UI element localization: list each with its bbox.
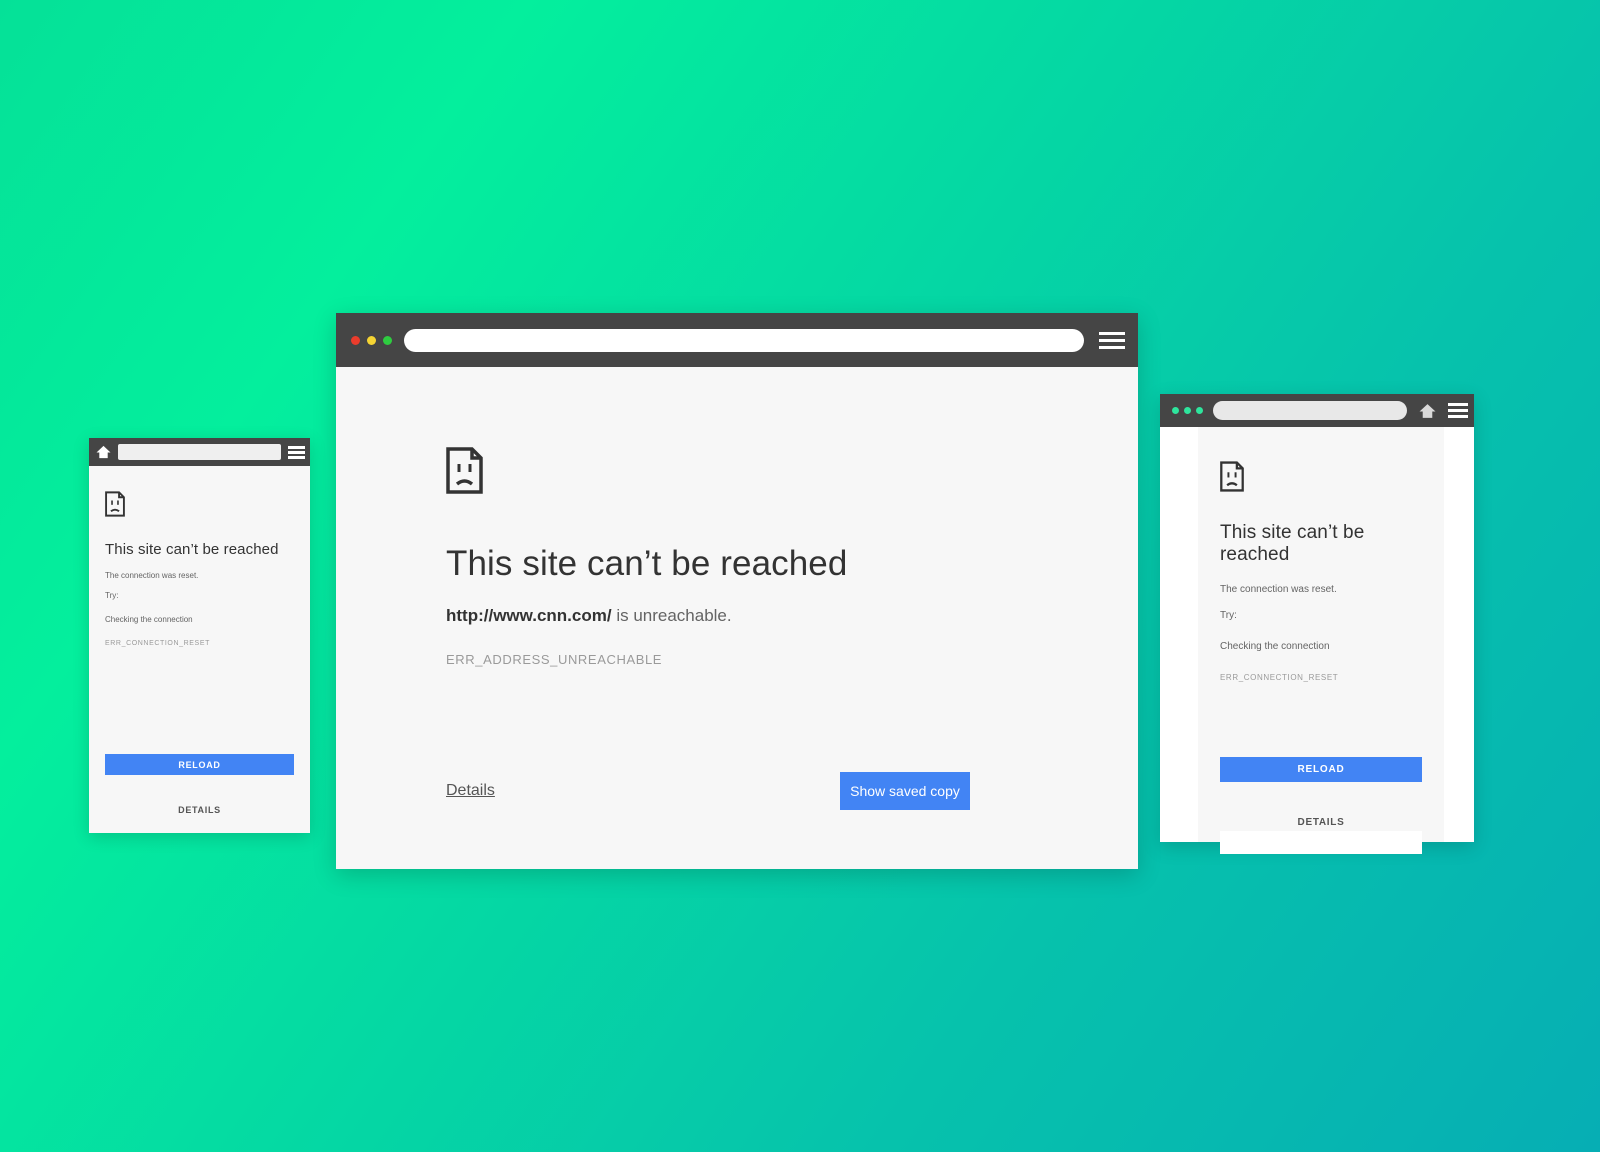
unreachable-url: http://www.cnn.com/ [446, 606, 612, 625]
hamburger-line [288, 450, 305, 454]
mobile-address-bar[interactable] [118, 444, 281, 460]
tablet-error-code: ERR_CONNECTION_RESET [1220, 672, 1339, 682]
maximize-window-dot[interactable] [1196, 407, 1203, 414]
desktop-window-controls [351, 335, 392, 345]
hamburger-line [1448, 403, 1468, 406]
mobile-try-label: Try: [105, 591, 119, 600]
mobile-error-code: ERR_CONNECTION_RESET [105, 640, 210, 647]
tablet-try-label: Try: [1220, 609, 1237, 621]
tablet-page-title: This site can’t be reached [1220, 522, 1365, 565]
desktop-error-page: This site can’t be reached http://www.cn… [336, 367, 1138, 869]
hamburger-line [288, 455, 305, 459]
tablet-menu-icon[interactable] [1448, 402, 1468, 419]
hamburger-line [1099, 338, 1125, 342]
desktop-browser-window: This site can’t be reached http://www.cn… [336, 313, 1138, 869]
tablet-error-page: This site can’t be reached The connectio… [1198, 427, 1444, 854]
hamburger-line [1448, 409, 1468, 412]
mobile-reload-button[interactable]: RELOAD [105, 754, 294, 775]
home-icon[interactable] [1419, 403, 1436, 419]
tablet-try-suggestion: Checking the connection [1220, 641, 1330, 652]
mobile-toolbar [89, 438, 310, 466]
mobile-page-reason: The connection was reset. [105, 571, 199, 580]
close-window-dot[interactable] [351, 335, 360, 345]
minimize-window-dot[interactable] [367, 335, 376, 345]
home-icon[interactable] [96, 445, 111, 459]
desktop-toolbar [336, 313, 1138, 367]
sad-page-icon [105, 491, 125, 517]
tablet-address-bar[interactable] [1213, 401, 1407, 420]
mobile-error-page: This site can’t be reached The connectio… [89, 466, 310, 833]
tablet-bottom-strip [1220, 831, 1422, 854]
unreachable-suffix: is unreachable. [611, 606, 732, 625]
desktop-page-title: This site can’t be reached [446, 544, 848, 583]
tablet-reload-button[interactable]: RELOAD [1220, 757, 1422, 782]
sad-page-icon [446, 447, 483, 494]
mobile-page-title: This site can’t be reached [105, 541, 279, 558]
mobile-browser-window: This site can’t be reached The connectio… [89, 438, 310, 833]
hamburger-line [288, 445, 305, 449]
desktop-address-bar[interactable] [404, 328, 1084, 352]
mobile-try-suggestion: Checking the connection [105, 615, 193, 624]
tablet-page-reason: The connection was reset. [1220, 584, 1337, 595]
sad-page-icon [1220, 461, 1244, 492]
minimize-window-dot[interactable] [1184, 407, 1191, 414]
tablet-window-controls [1172, 407, 1203, 414]
hamburger-line [1099, 331, 1125, 335]
maximize-window-dot[interactable] [383, 335, 392, 345]
desktop-error-code: ERR_ADDRESS_UNREACHABLE [446, 652, 663, 667]
tablet-toolbar [1160, 394, 1474, 427]
mobile-menu-icon[interactable] [288, 445, 305, 460]
desktop-page-actions: Details Show saved copy [446, 772, 970, 810]
hamburger-line [1099, 345, 1125, 349]
details-link[interactable]: Details [446, 782, 495, 800]
close-window-dot[interactable] [1172, 407, 1179, 414]
tablet-viewport: This site can’t be reached The connectio… [1160, 427, 1474, 854]
show-saved-copy-button[interactable]: Show saved copy [840, 772, 970, 810]
tablet-details-button[interactable]: DETAILS [1220, 817, 1422, 828]
mobile-details-button[interactable]: DETAILS [105, 805, 294, 815]
desktop-menu-icon[interactable] [1099, 329, 1125, 351]
desktop-page-message: http://www.cnn.com/ is unreachable. [446, 606, 1138, 626]
tablet-browser-window: This site can’t be reached The connectio… [1160, 394, 1474, 854]
hamburger-line [1448, 415, 1468, 418]
